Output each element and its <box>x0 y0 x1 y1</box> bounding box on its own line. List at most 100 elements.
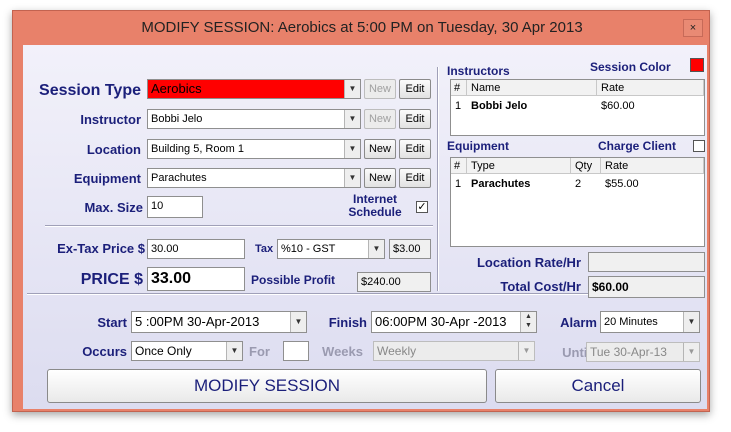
internet-schedule-label: Internet Schedule <box>341 193 409 219</box>
start-value: 5 :00PM 30-Apr-2013 <box>135 314 260 329</box>
chevron-down-icon[interactable]: ▼ <box>683 312 699 332</box>
divider <box>45 225 433 227</box>
close-button[interactable]: × <box>683 19 703 37</box>
chevron-down-icon[interactable]: ▼ <box>344 169 360 187</box>
column-header[interactable]: Type <box>467 158 571 174</box>
tax-value: %10 - GST <box>281 243 336 255</box>
edit-location-button[interactable]: Edit <box>399 139 431 159</box>
table-cell[interactable]: 2 <box>571 176 581 192</box>
new-session-type-button[interactable]: New <box>364 79 396 99</box>
location-value: Building 5, Room 1 <box>151 143 244 155</box>
spinner-arrows-icon[interactable]: ▲ ▼ <box>520 312 536 332</box>
chevron-down-icon[interactable]: ▼ <box>344 140 360 158</box>
instructor-label: Instructor <box>80 112 141 127</box>
weeks-select[interactable]: Weekly ▼ <box>373 341 535 361</box>
equipment-select[interactable]: Parachutes ▼ <box>147 168 361 188</box>
until-label: Until <box>562 345 591 360</box>
tax-label: Tax <box>255 243 274 255</box>
instructor-value: Bobbi Jelo <box>151 113 203 125</box>
equipment-value: Parachutes <box>151 172 207 184</box>
window-title: MODIFY SESSION: Aerobics at 5:00 PM on T… <box>141 19 583 36</box>
new-equipment-button[interactable]: New <box>364 168 396 188</box>
equipment-label: Equipment <box>73 171 141 186</box>
price-label: PRICE $ <box>80 271 143 288</box>
finish-datetime-picker[interactable]: 06:00PM 30-Apr -2013 ▲ ▼ <box>371 311 537 333</box>
edit-equipment-button[interactable]: Edit <box>399 168 431 188</box>
chevron-down-icon[interactable]: ▼ <box>344 80 360 98</box>
location-label: Location <box>86 142 141 157</box>
total-cost-label: Total Cost/Hr <box>500 279 581 294</box>
chevron-down-icon[interactable]: ▼ <box>518 342 534 360</box>
finish-value: 06:00PM 30-Apr -2013 <box>375 314 507 329</box>
chevron-down-icon[interactable]: ▼ <box>290 312 306 332</box>
equipment-header: Equipment <box>447 139 509 153</box>
charge-client-checkbox[interactable] <box>693 140 705 152</box>
occurs-value: Once Only <box>135 344 192 358</box>
charge-client-label: Charge Client <box>598 139 677 153</box>
column-header[interactable]: Rate <box>601 158 704 174</box>
tax-amount: $3.00 <box>389 239 431 259</box>
chevron-down-icon[interactable]: ▼ <box>683 343 699 361</box>
max-size-input[interactable]: 10 <box>147 196 203 218</box>
instructor-select[interactable]: Bobbi Jelo ▼ <box>147 109 361 129</box>
alarm-label: Alarm <box>560 315 597 330</box>
internet-schedule-checkbox[interactable]: ✓ <box>416 201 428 213</box>
column-header[interactable]: Qty <box>571 158 601 174</box>
column-header[interactable]: # <box>451 80 467 96</box>
total-cost-value: $60.00 <box>588 276 705 298</box>
column-header[interactable]: Name <box>467 80 597 96</box>
location-rate-label: Location Rate/Hr <box>476 255 581 270</box>
weeks-value: Weekly <box>377 344 417 358</box>
price-input[interactable]: 33.00 <box>147 267 245 291</box>
table-cell[interactable]: $60.00 <box>597 98 635 114</box>
instructors-table[interactable]: # Name Rate 1 Bobbi Jelo $60.00 <box>450 79 705 136</box>
start-label: Start <box>97 315 127 330</box>
dialog-body: Session Type Aerobics ▼ New Edit Instruc… <box>23 45 707 409</box>
alarm-select[interactable]: 20 Minutes ▼ <box>600 311 700 333</box>
table-cell[interactable]: 1 <box>451 176 461 192</box>
equipment-table[interactable]: # Type Qty Rate 1 Parachutes 2 $55.00 <box>450 157 705 247</box>
possible-profit-value: $240.00 <box>357 272 431 292</box>
location-select[interactable]: Building 5, Room 1 ▼ <box>147 139 361 159</box>
ex-tax-price-input[interactable]: 30.00 <box>147 239 245 259</box>
column-header[interactable]: # <box>451 158 467 174</box>
new-instructor-button[interactable]: New <box>364 109 396 129</box>
until-date-picker[interactable]: Tue 30-Apr-13 ▼ <box>586 342 700 362</box>
session-color-swatch[interactable] <box>690 58 704 72</box>
for-label: For <box>249 344 270 359</box>
until-value: Tue 30-Apr-13 <box>590 345 667 359</box>
chevron-down-icon[interactable]: ▼ <box>368 240 384 258</box>
chevron-down-icon[interactable]: ▼ <box>226 342 242 360</box>
occurs-select[interactable]: Once Only ▼ <box>131 341 243 361</box>
start-datetime-picker[interactable]: 5 :00PM 30-Apr-2013 ▼ <box>131 311 307 333</box>
table-cell[interactable]: $55.00 <box>601 176 639 192</box>
session-color-label: Session Color <box>590 60 671 74</box>
session-type-label: Session Type <box>39 82 141 99</box>
max-size-label: Max. Size <box>84 200 143 215</box>
finish-label: Finish <box>328 315 367 330</box>
edit-session-type-button[interactable]: Edit <box>399 79 431 99</box>
session-type-select[interactable]: Aerobics ▼ <box>147 79 361 99</box>
divider <box>437 67 439 291</box>
occurs-label: Occurs <box>82 344 127 359</box>
dialog-window: MODIFY SESSION: Aerobics at 5:00 PM on T… <box>12 10 710 412</box>
column-header[interactable]: Rate <box>597 80 704 96</box>
table-cell[interactable]: Bobbi Jelo <box>467 98 527 114</box>
cancel-button[interactable]: Cancel <box>495 369 701 403</box>
new-location-button[interactable]: New <box>364 139 396 159</box>
chevron-down-icon[interactable]: ▼ <box>344 110 360 128</box>
for-input[interactable] <box>283 341 309 361</box>
alarm-value: 20 Minutes <box>604 316 658 328</box>
internet-schedule-label-line2: Schedule <box>348 205 402 219</box>
tax-select[interactable]: %10 - GST ▼ <box>277 239 385 259</box>
ex-tax-price-label: Ex-Tax Price $ <box>57 241 145 256</box>
location-rate-value <box>588 252 705 272</box>
table-cell[interactable]: Parachutes <box>467 176 530 192</box>
possible-profit-label: Possible Profit <box>251 273 336 287</box>
table-cell[interactable]: 1 <box>451 98 461 114</box>
modify-session-button[interactable]: MODIFY SESSION <box>47 369 487 403</box>
edit-instructor-button[interactable]: Edit <box>399 109 431 129</box>
instructors-header: Instructors <box>447 64 510 78</box>
weeks-label: Weeks <box>322 344 363 359</box>
session-type-value: Aerobics <box>151 81 202 96</box>
